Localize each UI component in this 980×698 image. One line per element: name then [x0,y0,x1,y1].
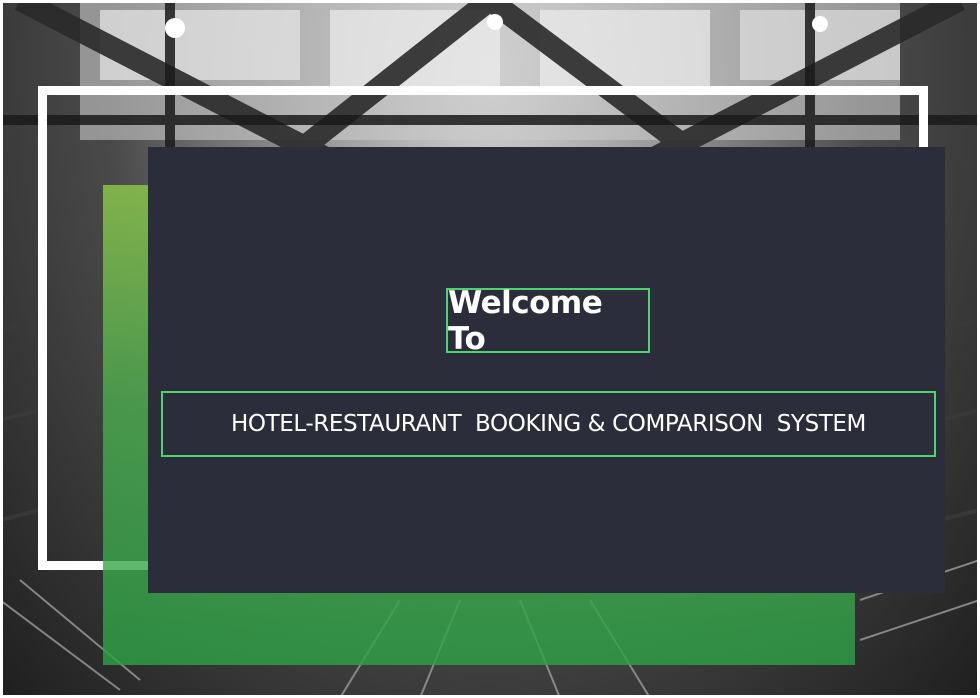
welcome-heading-box: Welcome To [446,285,650,357]
welcome-heading: Welcome To [448,284,603,357]
system-title-box: HOTEL-RESTAURANT BOOKING & COMPARISON SY… [161,391,936,457]
welcome-screen: Welcome To HOTEL-RESTAURANT BOOKING & CO… [0,0,980,698]
intro-card [148,147,945,593]
system-title: HOTEL-RESTAURANT BOOKING & COMPARISON SY… [230,411,867,437]
